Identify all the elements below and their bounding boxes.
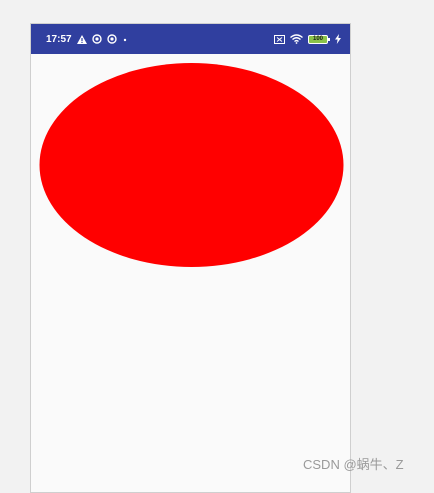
warning-icon	[76, 34, 87, 44]
status-bar-left: 17:57	[46, 24, 128, 54]
red-ellipse	[39, 63, 344, 267]
wifi-icon	[290, 34, 303, 44]
dot-icon	[122, 34, 128, 44]
no-sim-icon	[274, 34, 285, 44]
emulator-screen: 17:57 100	[30, 23, 351, 493]
sync-icon	[106, 34, 117, 44]
battery-icon: 100	[308, 34, 330, 44]
status-bar-right: 100	[274, 24, 341, 54]
status-time: 17:57	[46, 33, 72, 45]
charging-icon	[335, 34, 341, 44]
app-content	[31, 54, 350, 492]
watermark: CSDN @蜗牛、Z	[303, 457, 404, 472]
ellipse-canvas	[39, 63, 344, 267]
status-bar: 17:57 100	[31, 24, 350, 54]
sync-icon	[91, 34, 102, 44]
